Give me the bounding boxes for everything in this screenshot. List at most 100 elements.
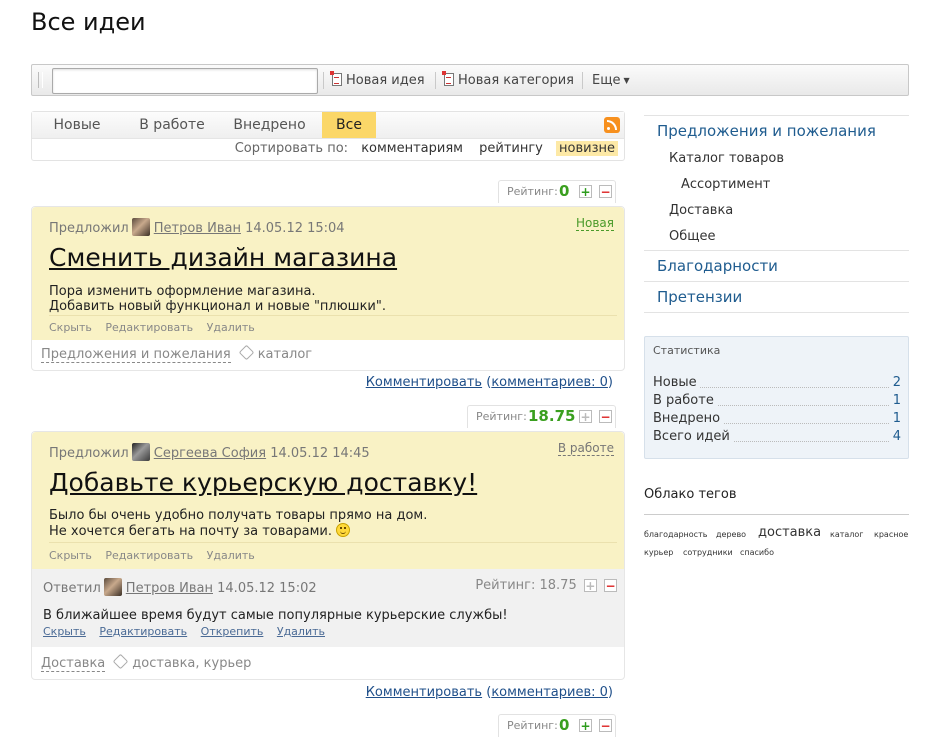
idea-date: 14.05.12 15:04: [245, 221, 345, 236]
nav-thanks[interactable]: Благодарности: [644, 250, 909, 281]
document-icon: [330, 71, 342, 86]
stat-row: Новые 2: [653, 375, 901, 390]
more-dropdown[interactable]: Еще ▼: [592, 72, 630, 90]
stats-title: Статистика: [653, 344, 721, 357]
smile-emoticon-icon: [336, 523, 350, 537]
idea-text: Было бы очень удобно получать товары пря…: [49, 508, 428, 539]
category-nav: Предложения и пожелания Каталог товаров …: [644, 115, 909, 313]
vote-down-button[interactable]: −: [599, 719, 612, 732]
stat-row: В работе 1: [653, 393, 901, 408]
stat-value[interactable]: 2: [889, 375, 901, 390]
sort-by-comments[interactable]: комментариям: [358, 141, 466, 156]
edit-link[interactable]: Редактировать: [99, 625, 187, 638]
tag-cloud-title: Облако тегов: [644, 487, 737, 502]
stat-row: Внедрено 1: [653, 411, 901, 426]
idea-actions: Скрыть Редактировать Удалить: [49, 549, 265, 562]
idea-footer: Доставка доставка, курьер: [41, 653, 251, 672]
rating-label: Рейтинг:: [507, 185, 558, 198]
rating-value: 0: [559, 716, 570, 734]
vote-up-button[interactable]: +: [579, 410, 592, 423]
sort-by-newest[interactable]: новизне: [556, 141, 618, 156]
author-link[interactable]: Сергеева София: [154, 446, 266, 461]
toolbar-separator: [582, 72, 583, 89]
status-badge[interactable]: В работе: [557, 441, 614, 456]
reply-meta: Ответил Петров Иван 14.05.12 15:02: [43, 578, 317, 596]
idea-title-link[interactable]: Сменить дизайн магазина: [49, 243, 397, 272]
sort-label: Сортировать по:: [234, 141, 349, 156]
search-input[interactable]: [52, 68, 318, 94]
idea-rating: Рейтинг: 0 + −: [498, 180, 616, 203]
unpin-link[interactable]: Открепить: [201, 625, 264, 638]
rating-value: 0: [559, 182, 570, 200]
document-icon: [442, 71, 454, 86]
tab-implemented[interactable]: Внедрено: [227, 112, 312, 138]
idea-actions: Скрыть Редактировать Удалить: [49, 321, 265, 334]
hide-link[interactable]: Скрыть: [43, 625, 86, 638]
new-idea-button[interactable]: Новая идея: [330, 71, 425, 90]
nav-proposals[interactable]: Предложения и пожелания: [644, 115, 909, 146]
sort-by-rating[interactable]: рейтингу: [476, 141, 546, 156]
reply-date: 14.05.12 15:02: [217, 581, 317, 596]
stat-value[interactable]: 1: [889, 393, 901, 408]
tab-in-progress[interactable]: В работе: [127, 112, 217, 138]
category-link[interactable]: Доставка: [41, 656, 106, 672]
divider: [644, 514, 909, 515]
comment-links: Комментировать (комментариев: 0): [365, 685, 613, 700]
edit-link[interactable]: Редактировать: [105, 321, 193, 334]
nav-catalog[interactable]: Каталог товаров: [644, 146, 909, 172]
category-link[interactable]: Предложения и пожелания: [41, 347, 231, 363]
hide-link[interactable]: Скрыть: [49, 321, 92, 334]
comment-button[interactable]: Комментировать: [366, 685, 482, 700]
status-badge[interactable]: Новая: [575, 216, 614, 231]
tag-link[interactable]: дерево: [716, 530, 746, 539]
hide-link[interactable]: Скрыть: [49, 549, 92, 562]
rss-icon[interactable]: [604, 117, 620, 133]
tag-link[interactable]: благодарность: [644, 530, 707, 539]
nav-complaints[interactable]: Претензии: [644, 281, 909, 312]
comments-count-link[interactable]: комментариев: 0: [491, 685, 608, 700]
vote-up-button[interactable]: +: [579, 185, 592, 198]
tag-link[interactable]: курьер: [644, 548, 673, 557]
sort-bar: Сортировать по: комментариям рейтингу но…: [229, 139, 618, 159]
reply-rating: Рейтинг: 18.75 + −: [475, 578, 617, 593]
new-category-button[interactable]: Новая категория: [442, 71, 574, 90]
toolbar-grip: [38, 72, 43, 88]
idea-body: Предложил Сергеева София 14.05.12 14:45 В…: [32, 432, 624, 569]
divider: [644, 312, 909, 313]
divider: [49, 542, 617, 543]
stat-value[interactable]: 1: [889, 411, 901, 426]
edit-link[interactable]: Редактировать: [105, 549, 193, 562]
tab-new[interactable]: Новые: [42, 112, 112, 138]
idea-body: Предложил Петров Иван 14.05.12 15:04 Нова…: [32, 207, 624, 340]
delete-link[interactable]: Удалить: [207, 549, 255, 562]
nav-general[interactable]: Общее: [644, 224, 909, 250]
tab-all[interactable]: Все: [322, 112, 376, 138]
toolbar-separator: [323, 72, 324, 89]
comment-button[interactable]: Комментировать: [366, 375, 482, 390]
nav-assortment[interactable]: Ассортимент: [644, 172, 909, 198]
reply-vote-up-button[interactable]: +: [583, 579, 597, 592]
idea-title-link[interactable]: Добавьте курьерскую доставку!: [49, 468, 477, 497]
delete-link[interactable]: Удалить: [277, 625, 325, 638]
idea-tags: каталог: [257, 347, 313, 362]
tag-icon: [113, 653, 129, 670]
reply-vote-down-button[interactable]: −: [604, 579, 617, 592]
vote-down-button[interactable]: −: [599, 185, 612, 198]
official-reply: Ответил Петров Иван 14.05.12 15:02 Рейтин…: [32, 569, 624, 647]
tag-link[interactable]: сотрудники: [683, 548, 733, 557]
stat-value[interactable]: 4: [889, 429, 901, 444]
author-link[interactable]: Петров Иван: [126, 581, 213, 596]
page-title: Все идеи: [31, 8, 146, 36]
delete-link[interactable]: Удалить: [207, 321, 255, 334]
author-link[interactable]: Петров Иван: [154, 221, 241, 236]
idea-filter-panel: Новые В работе Внедрено Все Сортировать …: [31, 111, 625, 161]
comments-count-link[interactable]: комментариев: 0: [491, 375, 608, 390]
nav-delivery[interactable]: Доставка: [644, 198, 909, 224]
tag-link[interactable]: красное: [874, 530, 908, 539]
tag-link[interactable]: каталог: [830, 530, 864, 539]
vote-up-button[interactable]: +: [579, 719, 592, 732]
tag-link[interactable]: спасибо: [740, 548, 774, 557]
vote-down-button[interactable]: −: [599, 410, 612, 423]
tag-link[interactable]: доставка: [758, 525, 821, 540]
reply-text: В ближайшее время будут самые популярные…: [43, 608, 508, 623]
